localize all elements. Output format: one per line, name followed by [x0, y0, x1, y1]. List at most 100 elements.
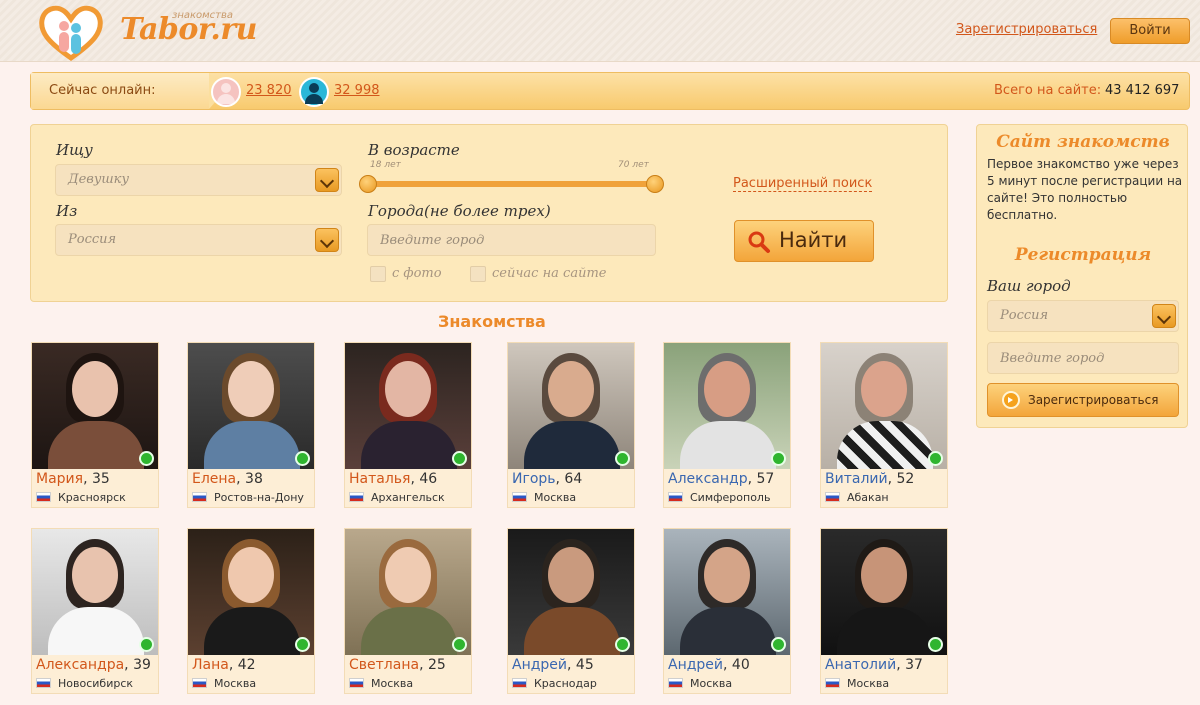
profile-card[interactable]: Александра, 39 Новосибирск — [31, 528, 159, 694]
profile-photo[interactable] — [32, 343, 158, 469]
profile-photo[interactable] — [188, 529, 314, 655]
profile-name: Наталья — [349, 471, 411, 487]
russia-flag-icon — [512, 678, 527, 688]
online-status-icon — [452, 637, 467, 652]
profile-card[interactable]: Светлана, 25 Москва — [344, 528, 472, 694]
profile-photo[interactable] — [508, 343, 634, 469]
male-avatar-icon — [299, 77, 329, 107]
profile-city: Москва — [847, 677, 890, 690]
city-input[interactable] — [367, 224, 656, 256]
profile-name: Мария — [36, 471, 84, 487]
your-city-label: Ваш город — [987, 277, 1071, 295]
country-select[interactable]: Россия — [55, 224, 342, 256]
profile-photo[interactable] — [821, 529, 947, 655]
find-button[interactable]: Найти — [734, 220, 874, 262]
profile-photo[interactable] — [188, 343, 314, 469]
profile-name: Виталий — [825, 471, 888, 487]
login-button[interactable]: Войти — [1110, 18, 1190, 44]
profile-city-line: Москва — [512, 491, 576, 504]
profile-name-line: Андрей, 40 — [668, 657, 750, 673]
profile-name-line: Андрей, 45 — [512, 657, 594, 673]
profile-age: , 39 — [124, 657, 151, 673]
profile-name: Андрей — [668, 657, 724, 673]
male-online-count[interactable]: 32 998 — [334, 83, 380, 98]
age-max-handle[interactable] — [646, 175, 664, 193]
profile-name-line: Наталья, 46 — [349, 471, 437, 487]
profile-name: Игорь — [512, 471, 556, 487]
age-range-track[interactable] — [367, 181, 657, 187]
heart-logo-icon[interactable] — [38, 4, 104, 62]
country-select-value: Россия — [68, 232, 117, 247]
logo-text[interactable]: Tabor.ru — [120, 12, 258, 47]
sidebar-text: Первое знакомство уже через 5 минут посл… — [987, 157, 1183, 222]
profile-name-line: Александр, 57 — [668, 471, 774, 487]
sidebar-register-button[interactable]: Зарегистрироваться — [987, 383, 1179, 417]
profile-card[interactable]: Игорь, 64 Москва — [507, 342, 635, 508]
total-value: 43 412 697 — [1105, 83, 1180, 98]
profile-card[interactable]: Лана, 42 Москва — [187, 528, 315, 694]
profile-city: Абакан — [847, 491, 889, 504]
profile-name-line: Светлана, 25 — [349, 657, 446, 673]
age-min-handle[interactable] — [359, 175, 377, 193]
header-register-link[interactable]: Зарегистрироваться — [956, 22, 1097, 37]
profile-card[interactable]: Мария, 35 Красноярск — [31, 342, 159, 508]
profile-photo[interactable] — [664, 529, 790, 655]
profile-card[interactable]: Анатолий, 37 Москва — [820, 528, 948, 694]
chevron-down-icon — [1152, 304, 1176, 328]
profile-name-line: Анатолий, 37 — [825, 657, 923, 673]
online-status-icon — [615, 451, 630, 466]
profile-city-line: Москва — [825, 677, 889, 690]
profile-city-line: Москва — [668, 677, 732, 690]
profile-card[interactable]: Андрей, 40 Москва — [663, 528, 791, 694]
profile-photo[interactable] — [821, 343, 947, 469]
online-now-checkbox[interactable] — [470, 266, 486, 282]
profile-card[interactable]: Елена, 38 Ростов-на-Дону — [187, 342, 315, 508]
online-status-icon — [771, 637, 786, 652]
sidebar-city-input[interactable] — [987, 342, 1179, 374]
russia-flag-icon — [825, 678, 840, 688]
profile-age: , 37 — [896, 657, 923, 673]
russia-flag-icon — [192, 492, 207, 502]
seek-select[interactable]: Девушку — [55, 164, 342, 196]
profile-city-line: Красноярск — [36, 491, 126, 504]
profile-city-line: Ростов-на-Дону — [192, 491, 304, 504]
search-icon — [748, 231, 770, 253]
russia-flag-icon — [349, 492, 364, 502]
profile-city: Краснодар — [534, 677, 597, 690]
female-online-count[interactable]: 23 820 — [246, 83, 292, 98]
female-avatar-icon — [211, 77, 241, 107]
profile-name-line: Мария, 35 — [36, 471, 110, 487]
profile-name-line: Виталий, 52 — [825, 471, 914, 487]
profile-name: Александра — [36, 657, 125, 673]
profile-age: , 40 — [723, 657, 750, 673]
profile-photo[interactable] — [345, 529, 471, 655]
seek-select-value: Девушку — [68, 172, 129, 187]
seek-label: Ищу — [56, 141, 93, 159]
profile-city: Архангельск — [371, 491, 445, 504]
profile-card[interactable]: Наталья, 46 Архангельск — [344, 342, 472, 508]
profile-name-line: Александра, 39 — [36, 657, 151, 673]
from-label: Из — [56, 202, 78, 220]
profile-name: Елена — [192, 471, 237, 487]
profile-card[interactable]: Виталий, 52 Абакан — [820, 342, 948, 508]
russia-flag-icon — [349, 678, 364, 688]
profile-age: , 38 — [236, 471, 263, 487]
online-status-icon — [295, 637, 310, 652]
site-header: знакомства Tabor.ru Зарегистрироваться В… — [0, 0, 1200, 62]
profile-photo[interactable] — [32, 529, 158, 655]
profile-photo[interactable] — [508, 529, 634, 655]
profile-card[interactable]: Александр, 57 Симферополь — [663, 342, 791, 508]
chevron-down-icon — [315, 228, 339, 252]
profile-city: Москва — [690, 677, 733, 690]
sidebar-country-select[interactable]: Россия — [987, 300, 1179, 332]
profile-age: , 46 — [410, 471, 438, 487]
section-title: Знакомства — [438, 312, 546, 331]
profile-card[interactable]: Андрей, 45 Краснодар — [507, 528, 635, 694]
profile-photo[interactable] — [664, 343, 790, 469]
chevron-down-icon — [315, 168, 339, 192]
profile-photo[interactable] — [345, 343, 471, 469]
advanced-search-link[interactable]: Расширенный поиск — [733, 176, 873, 192]
with-photo-checkbox[interactable] — [370, 266, 386, 282]
profile-name-line: Лана, 42 — [192, 657, 256, 673]
profile-name: Светлана — [349, 657, 420, 673]
